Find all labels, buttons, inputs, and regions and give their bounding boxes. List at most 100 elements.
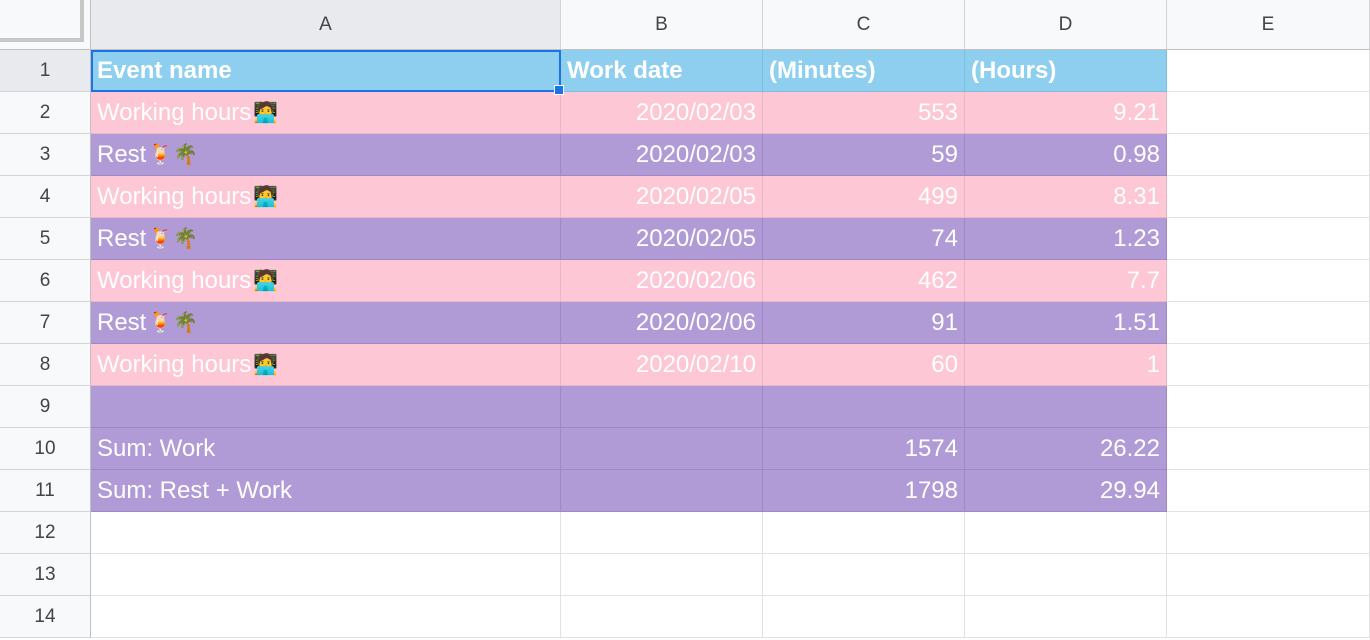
cell-a11-event[interactable]: Sum: Rest + Work — [91, 470, 561, 512]
spreadsheet: A B C D E 1 Event name Work date (Minutes) (Hours… — [0, 0, 1370, 640]
row-header-11[interactable]: 11 — [0, 470, 91, 512]
row-header-5[interactable]: 5 — [0, 218, 91, 260]
cell-b4-date[interactable]: 2020/02/05 — [561, 176, 763, 218]
cell-a1-event-name-header[interactable]: Event name — [91, 50, 561, 92]
event-name-text: Rest — [97, 224, 147, 252]
technologist-emoji-icon: 🧑‍💻 — [253, 102, 279, 124]
row-header-7[interactable]: 7 — [0, 302, 91, 344]
cell-d7-hours[interactable]: 1.51 — [965, 302, 1167, 344]
cell-a9-event[interactable] — [91, 386, 561, 428]
cell-a3-event[interactable]: Rest 🍹🌴 — [91, 134, 561, 176]
cell-b6-date[interactable]: 2020/02/06 — [561, 260, 763, 302]
cell-d9-hours[interactable] — [965, 386, 1167, 428]
cell-e14[interactable] — [1167, 596, 1370, 638]
cell-d6-hours[interactable]: 7.7 — [965, 260, 1167, 302]
column-header-c[interactable]: C — [763, 0, 965, 50]
column-header-a[interactable]: A — [91, 0, 561, 50]
cell-d12[interactable] — [965, 512, 1167, 554]
cell-e2[interactable] — [1167, 92, 1370, 134]
row-header-6[interactable]: 6 — [0, 260, 91, 302]
row-header-10[interactable]: 10 — [0, 428, 91, 470]
cell-c9-minutes[interactable] — [763, 386, 965, 428]
cell-b13[interactable] — [561, 554, 763, 596]
cell-a5-event[interactable]: Rest 🍹🌴 — [91, 218, 561, 260]
row-header-13[interactable]: 13 — [0, 554, 91, 596]
cell-e13[interactable] — [1167, 554, 1370, 596]
event-name-text: Rest — [97, 140, 147, 168]
cell-a2-event[interactable]: Working hours 🧑‍💻 — [91, 92, 561, 134]
event-name-text: Sum: Rest + Work — [97, 476, 292, 504]
cell-a8-event[interactable]: Working hours 🧑‍💻 — [91, 344, 561, 386]
cell-a13[interactable] — [91, 554, 561, 596]
cell-e8[interactable] — [1167, 344, 1370, 386]
cell-a12[interactable] — [91, 512, 561, 554]
fill-handle[interactable] — [554, 85, 564, 95]
cell-c12[interactable] — [763, 512, 965, 554]
row-header-2[interactable]: 2 — [0, 92, 91, 134]
cell-c4-minutes[interactable]: 499 — [763, 176, 965, 218]
cell-e4[interactable] — [1167, 176, 1370, 218]
cell-c7-minutes[interactable]: 91 — [763, 302, 965, 344]
cell-c5-minutes[interactable]: 74 — [763, 218, 965, 260]
cell-d14[interactable] — [965, 596, 1167, 638]
cell-e7[interactable] — [1167, 302, 1370, 344]
cell-a14[interactable] — [91, 596, 561, 638]
cell-c11-minutes[interactable]: 1798 — [763, 470, 965, 512]
cell-d11-hours[interactable]: 29.94 — [965, 470, 1167, 512]
row-header-12[interactable]: 12 — [0, 512, 91, 554]
cell-d3-hours[interactable]: 0.98 — [965, 134, 1167, 176]
cell-c14[interactable] — [763, 596, 965, 638]
cell-c2-minutes[interactable]: 553 — [763, 92, 965, 134]
cell-d1-hours-header[interactable]: (Hours) — [965, 50, 1167, 92]
row-header-1[interactable]: 1 — [0, 50, 91, 92]
cell-a6-event[interactable]: Working hours 🧑‍💻 — [91, 260, 561, 302]
cell-d10-hours[interactable]: 26.22 — [965, 428, 1167, 470]
cell-b11-date[interactable] — [561, 470, 763, 512]
cocktail-palm-emoji-icon: 🍹🌴 — [148, 228, 199, 250]
cell-e3[interactable] — [1167, 134, 1370, 176]
column-header-e[interactable]: E — [1167, 0, 1370, 50]
cell-d5-hours[interactable]: 1.23 — [965, 218, 1167, 260]
cell-b8-date[interactable]: 2020/02/10 — [561, 344, 763, 386]
cell-b5-date[interactable]: 2020/02/05 — [561, 218, 763, 260]
cell-c3-minutes[interactable]: 59 — [763, 134, 965, 176]
cell-e5[interactable] — [1167, 218, 1370, 260]
cell-b12[interactable] — [561, 512, 763, 554]
cell-b9-date[interactable] — [561, 386, 763, 428]
column-header-b[interactable]: B — [561, 0, 763, 50]
cell-c6-minutes[interactable]: 462 — [763, 260, 965, 302]
cell-d2-hours[interactable]: 9.21 — [965, 92, 1167, 134]
row-header-3[interactable]: 3 — [0, 134, 91, 176]
cell-e11[interactable] — [1167, 470, 1370, 512]
row-header-8[interactable]: 8 — [0, 344, 91, 386]
cocktail-palm-emoji-icon: 🍹🌴 — [148, 144, 199, 166]
cell-b7-date[interactable]: 2020/02/06 — [561, 302, 763, 344]
cell-c8-minutes[interactable]: 60 — [763, 344, 965, 386]
cell-a10-event[interactable]: Sum: Work — [91, 428, 561, 470]
select-all-corner[interactable] — [0, 0, 91, 50]
event-name-text: Sum: Work — [97, 434, 216, 462]
cell-b1-work-date-header[interactable]: Work date — [561, 50, 763, 92]
cell-e10[interactable] — [1167, 428, 1370, 470]
cell-d4-hours[interactable]: 8.31 — [965, 176, 1167, 218]
cell-a7-event[interactable]: Rest 🍹🌴 — [91, 302, 561, 344]
cell-e6[interactable] — [1167, 260, 1370, 302]
row-header-14[interactable]: 14 — [0, 596, 91, 638]
event-name-text: Working hours — [97, 182, 252, 210]
cell-b2-date[interactable]: 2020/02/03 — [561, 92, 763, 134]
cell-c1-minutes-header[interactable]: (Minutes) — [763, 50, 965, 92]
column-header-d[interactable]: D — [965, 0, 1167, 50]
cell-e12[interactable] — [1167, 512, 1370, 554]
cell-e9[interactable] — [1167, 386, 1370, 428]
cell-b14[interactable] — [561, 596, 763, 638]
cell-a4-event[interactable]: Working hours 🧑‍💻 — [91, 176, 561, 218]
cell-c10-minutes[interactable]: 1574 — [763, 428, 965, 470]
cell-b3-date[interactable]: 2020/02/03 — [561, 134, 763, 176]
cell-c13[interactable] — [763, 554, 965, 596]
cell-b10-date[interactable] — [561, 428, 763, 470]
cell-d13[interactable] — [965, 554, 1167, 596]
cell-d8-hours[interactable]: 1 — [965, 344, 1167, 386]
cell-e1[interactable] — [1167, 50, 1370, 92]
row-header-4[interactable]: 4 — [0, 176, 91, 218]
row-header-9[interactable]: 9 — [0, 386, 91, 428]
